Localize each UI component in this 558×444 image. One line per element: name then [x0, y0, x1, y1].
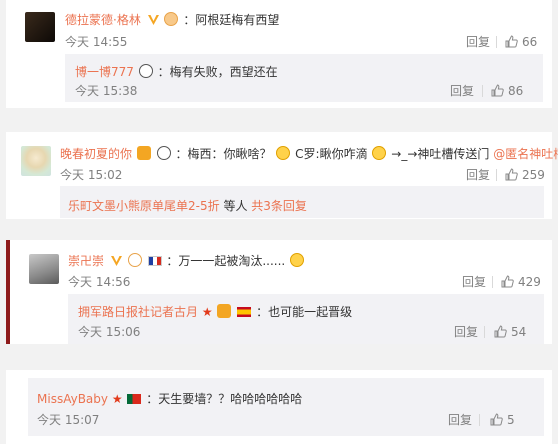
like-count: 54: [511, 325, 527, 339]
comment-time: 今天 14:56: [68, 275, 131, 289]
divider: [496, 169, 497, 181]
reply-time: 今天 15:38: [75, 84, 138, 98]
summary-username[interactable]: 乐町文墨小熊原单尾单2-5折: [68, 199, 220, 213]
thumbs-up-icon: [491, 84, 504, 97]
level-badge-icon: [127, 253, 142, 267]
comment-text: C罗:瞅你咋滴: [295, 147, 368, 161]
france-flag-icon: [147, 256, 162, 266]
reply-button[interactable]: 回复: [462, 275, 486, 289]
divider: [482, 85, 483, 97]
reply-text: ：天生要墙？？哈哈哈哈哈哈: [146, 392, 303, 406]
comment-time: 今天 15:02: [60, 168, 123, 182]
smirk-emoji-icon: [372, 146, 387, 160]
verified-v-icon: [110, 256, 122, 266]
summary-count-link[interactable]: 共3条回复: [251, 199, 307, 213]
reply-text: ：梅有失败，西望还在: [157, 65, 278, 79]
reply-button[interactable]: 回复: [466, 35, 490, 49]
thumbs-up-icon: [505, 168, 518, 181]
verified-v-icon: [147, 15, 159, 25]
like-count: 5: [507, 413, 515, 427]
like-button[interactable]: 86: [491, 84, 523, 98]
level-badge-icon: [217, 304, 232, 318]
thumbs-up-icon: [501, 275, 514, 288]
star-icon: ★: [201, 305, 213, 319]
like-count: 66: [522, 35, 538, 49]
like-button[interactable]: 429: [501, 275, 541, 289]
thumbs-up-icon: [505, 35, 518, 48]
like-count: 86: [508, 84, 524, 98]
thumbs-up-icon: [490, 413, 503, 426]
reply-username[interactable]: 博一博777: [75, 65, 134, 79]
level-badge-icon: [136, 146, 151, 160]
panda-icon: [138, 64, 153, 78]
comment-username[interactable]: 晚春初夏的你: [60, 147, 132, 161]
mention-link[interactable]: @匿名神吐槽: [493, 147, 558, 161]
sub-reply-box: [28, 378, 544, 436]
star-icon: ★: [111, 392, 123, 406]
comment-username[interactable]: 崇卍崇: [68, 254, 104, 268]
avatar[interactable]: [29, 254, 59, 284]
reply-button[interactable]: 回复: [450, 84, 474, 98]
reply-text: ：也可能一起晋级: [256, 305, 353, 319]
like-count: 429: [518, 275, 541, 289]
comment-text: ：万一一起被淘汰......: [166, 254, 286, 268]
thumbs-up-icon: [494, 325, 507, 338]
avatar[interactable]: [25, 12, 55, 42]
reply-time: 今天 15:06: [78, 325, 141, 339]
divider: [484, 326, 485, 338]
spain-flag-icon: [237, 307, 252, 317]
comment-text: ：阿根廷梅有西望: [183, 13, 280, 27]
comment-header: 崇卍崇 ：万一一起被淘汰......: [68, 253, 305, 269]
reply-button[interactable]: 回复: [466, 168, 490, 182]
like-button[interactable]: 5: [490, 413, 515, 427]
like-button[interactable]: 66: [505, 35, 537, 49]
avatar[interactable]: [21, 146, 51, 176]
divider: [492, 276, 493, 288]
divider: [496, 36, 497, 48]
reply-username[interactable]: MissAyBaby: [37, 392, 108, 406]
like-count: 259: [522, 168, 545, 182]
summary-text: 等人: [223, 199, 252, 213]
left-accent-bar: [6, 240, 10, 344]
divider: [479, 414, 480, 426]
reply-username[interactable]: 拥军路日报社记者古月: [78, 305, 198, 319]
sub-reply-header: 博一博777 ：梅有失败，西望还在: [75, 64, 278, 80]
like-button[interactable]: 54: [494, 325, 526, 339]
comment-header: 晚春初夏的你 ：梅西：你瞅啥？ C罗:瞅你咋滴 →_→神吐槽传送门 @匿名神吐槽: [60, 146, 558, 162]
comment-text: →_→神吐槽传送门: [391, 147, 490, 161]
comment-username[interactable]: 德拉蒙德·格林: [65, 13, 141, 27]
reply-time: 今天 15:07: [37, 413, 100, 427]
panda-icon: [156, 146, 171, 160]
reply-button[interactable]: 回复: [448, 413, 472, 427]
comment-header: 德拉蒙德·格林 ：阿根廷梅有西望: [65, 12, 279, 28]
reply-button[interactable]: 回复: [454, 325, 478, 339]
sub-reply-header: MissAyBaby ★ ：天生要墙？？哈哈哈哈哈哈: [37, 391, 302, 407]
portugal-flag-icon: [127, 394, 142, 404]
sub-reply-header: 拥军路日报社记者古月 ★ ：也可能一起晋级: [78, 304, 352, 320]
comment-text: ：梅西：你瞅啥？: [175, 147, 272, 161]
laugh-emoji-icon: [276, 146, 291, 160]
reply-summary[interactable]: 乐町文墨小熊原单尾单2-5折 等人 共3条回复: [68, 198, 307, 214]
comment-time: 今天 14:55: [65, 35, 128, 49]
level-badge-icon: [164, 12, 179, 26]
smirk-emoji-icon: [290, 253, 305, 267]
like-button[interactable]: 259: [505, 168, 545, 182]
